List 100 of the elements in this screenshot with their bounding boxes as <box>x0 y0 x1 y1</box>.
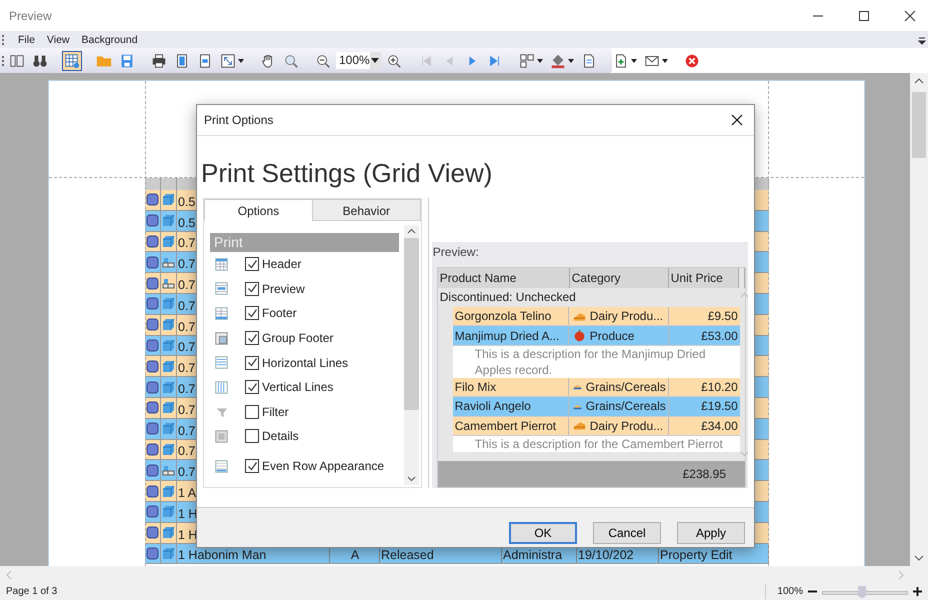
status-icon <box>146 484 159 498</box>
footer-icon <box>214 306 229 321</box>
blocks-icon <box>162 256 175 269</box>
cube-icon <box>162 360 175 373</box>
doc-cell: 0.7 <box>178 257 196 272</box>
checkbox-label: Vertical Lines <box>262 380 334 394</box>
checkbox[interactable] <box>245 282 259 296</box>
status-icon <box>146 193 159 206</box>
status-icon <box>146 360 159 373</box>
list-scrollbar[interactable] <box>404 225 419 485</box>
checkbox[interactable] <box>245 356 259 370</box>
cube-icon <box>162 526 175 540</box>
table-cell-text: £19.50 <box>700 398 739 416</box>
scrollbar-thumb[interactable] <box>912 92 926 158</box>
dialog-heading: Print Settings (Grid View) <box>201 158 494 190</box>
details-icon <box>214 428 229 444</box>
table-cell: Manjimup Dried A... <box>452 326 569 345</box>
cube-icon <box>162 422 175 436</box>
menu-item[interactable]: Background <box>82 34 138 46</box>
doc-cell: 0.7 <box>178 382 196 396</box>
checkbox[interactable] <box>245 257 259 272</box>
printer-icon <box>151 52 167 68</box>
scroll-down-icon[interactable] <box>914 555 924 561</box>
checkbox[interactable] <box>245 429 259 444</box>
scrollbar-thumb[interactable] <box>404 238 419 410</box>
multiple-pages-icon <box>518 52 535 68</box>
zoom-in-icon <box>386 52 402 68</box>
doc-cell: 0.7 <box>178 236 196 250</box>
grid-icon <box>64 52 80 68</box>
doc-cell: 19/10/202 <box>578 548 634 562</box>
zoom-combobox[interactable]: 100% <box>336 52 381 69</box>
menu-item[interactable]: File <box>18 34 35 46</box>
dropdown-caret-icon <box>568 58 574 62</box>
dropdown-caret-icon <box>662 58 668 62</box>
checkbox[interactable] <box>245 331 259 346</box>
magnifier-icon <box>283 52 299 68</box>
cube-icon <box>162 401 175 414</box>
status-icon <box>146 442 159 456</box>
status-icon <box>146 380 159 394</box>
doc-cell: 0.7 <box>178 361 196 376</box>
vertical-lines-icon <box>214 380 229 395</box>
doc-cell: 0.7 <box>178 298 196 313</box>
scroll-up-icon[interactable] <box>914 78 924 84</box>
status-icon <box>146 214 159 228</box>
cube-icon <box>162 380 175 394</box>
status-icon <box>146 464 159 477</box>
close-icon <box>684 52 700 68</box>
doc-cell: 1 A <box>178 486 196 500</box>
maximize-icon[interactable] <box>858 10 870 22</box>
scroll-down-icon[interactable] <box>406 476 416 482</box>
row-description: This is a description for the Manjimup Dried Apples record. <box>474 346 706 377</box>
menu-item[interactable]: View <box>46 34 70 46</box>
doc-cell: 0.7 <box>178 424 196 438</box>
checkbox[interactable] <box>245 404 259 419</box>
page-icon <box>174 52 190 68</box>
total-value: £238.95 <box>682 467 726 481</box>
checkbox[interactable] <box>245 380 259 394</box>
dialog-button[interactable]: Cancel <box>593 522 661 544</box>
checkbox[interactable] <box>245 459 259 474</box>
dialog-button[interactable]: Apply <box>677 522 745 544</box>
cube-icon <box>162 193 175 206</box>
tab[interactable]: Options <box>204 199 312 221</box>
doc-cell: A <box>350 548 360 562</box>
zoom-in-icon[interactable] <box>913 587 922 596</box>
status-icon <box>146 338 159 352</box>
doc-cell: 0.7 <box>178 402 196 417</box>
blocks-icon <box>162 276 175 290</box>
window-title: Preview <box>9 8 52 22</box>
toolbar-button[interactable] <box>62 50 82 70</box>
layout-icon <box>9 52 25 68</box>
category-text: Grains/Cereals <box>586 380 666 394</box>
status-icon <box>146 234 159 248</box>
cube-icon <box>162 546 175 560</box>
category-text: Grains/Cereals <box>586 399 666 414</box>
section-header: Print <box>210 233 399 252</box>
doc-cell: 0.7 <box>178 465 196 480</box>
dialog-button[interactable]: OK <box>509 522 577 544</box>
table-cell-text: £34.00 <box>700 418 739 435</box>
doc-cell: 0.5 <box>178 194 196 209</box>
page-indicator: Page 1 of 3 <box>6 586 58 597</box>
tab[interactable]: Behavior <box>312 199 421 221</box>
close-icon[interactable] <box>731 114 743 126</box>
checkbox[interactable] <box>245 306 259 320</box>
table-cell-text: £53.00 <box>700 328 739 345</box>
zoom-out-icon <box>315 52 331 68</box>
status-icon <box>146 422 159 436</box>
zoom-slider[interactable] <box>822 586 908 598</box>
vertical-scrollbar[interactable] <box>910 73 928 566</box>
resize-icon <box>220 52 236 68</box>
table-cell: Camembert Pierrot <box>452 416 569 435</box>
cube-icon <box>162 442 175 456</box>
apple-icon <box>572 329 586 342</box>
scroll-up-icon[interactable] <box>406 228 416 234</box>
checkbox-label: Header <box>262 257 302 272</box>
cube-icon <box>162 484 175 498</box>
category-text: Dairy Produ... <box>590 309 664 324</box>
close-icon[interactable] <box>904 10 916 22</box>
checkbox-label: Footer <box>262 306 297 320</box>
checkbox-label: Horizontal Lines <box>262 356 348 370</box>
doc-cell: Administra <box>503 548 562 562</box>
